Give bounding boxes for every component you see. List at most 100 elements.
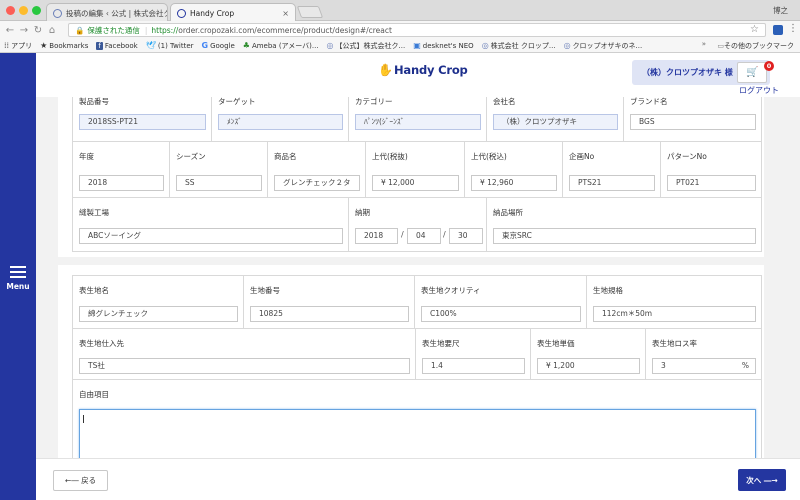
company-cell: 会社名 （株）クロツプオザキ [486,97,624,142]
fabric-length-input[interactable]: 1.4 [422,358,525,374]
product-name-input[interactable]: グレンチェック２タ [274,175,360,191]
percent-unit: % [741,361,749,370]
menu-label[interactable]: Menu [0,282,36,291]
tab-title: 投稿の編集 ‹ 公式 | 株式会社クロ [66,8,168,18]
bookmark-ameba[interactable]: ♣ Ameba (アメーバ)... [243,41,319,51]
close-tab-icon[interactable]: × [276,9,289,18]
field-label: ターゲット [218,97,256,106]
text-cursor [83,415,84,423]
bookmarks-overflow-icon[interactable]: » [702,40,706,48]
field-label: 製品番号 [79,97,109,106]
back-arrow-icon[interactable]: ← [3,25,17,36]
bookmark-star-icon[interactable]: ☆ [750,24,759,35]
browser-user[interactable]: 博之 [773,5,788,16]
cart-button[interactable]: 🛒 [737,62,767,83]
field-label: 商品名 [274,152,297,161]
bookmark-facebook[interactable]: f Facebook [96,41,138,50]
fabric-quality-input[interactable]: C100% [421,306,581,322]
bookmark-apps[interactable]: ⁞⁞ アプリ [4,41,32,51]
field-label: 納期 [355,208,370,217]
fabric-supplier-input[interactable]: TS社 [79,358,410,374]
fabric-number-input[interactable]: 10825 [250,306,409,322]
delivery-day-input[interactable]: 30 [449,228,483,244]
company-input[interactable]: （株）クロツプオザキ [493,114,618,130]
fabric-spec-cell: 生地規格 112cm＊50m [586,275,762,329]
plan-no-input[interactable]: PTS21 [569,175,655,191]
product-row1-table: 製品番号 2018SS-PT21 ターゲット ﾒﾝｽﾞ カテゴリー ﾊﾟﾝﾂ(ｼ… [72,97,762,142]
product-row2-table: 年度 2018 シーズン SS 商品名 グレンチェック２タ 上代(税抜) ¥ 1… [72,141,762,198]
factory-cell: 縫製工場 ABCソーイング [72,197,349,252]
field-label: カテゴリー [355,97,393,106]
fabric-unit-price-input[interactable]: ¥ 1,200 [537,358,640,374]
minimize-window-button[interactable] [19,6,28,15]
target-input[interactable]: ﾒﾝｽﾞ [218,114,343,130]
next-button[interactable]: 次へ ―→ [738,469,786,491]
date-separator: / [443,230,446,239]
delivery-month-input[interactable]: 04 [407,228,441,244]
field-label: シーズン [176,152,206,161]
price-incl-tax-input[interactable]: ¥ 12,960 [471,175,557,191]
back-button[interactable]: ←― 戻る [53,470,108,491]
page-footer: ←― 戻る 次へ ―→ [36,458,800,500]
brand-input[interactable]: BGS [630,114,756,130]
browser-nav-bar: ← → ↻ ⌂ 🔒 保護された通信 | https:// order.cropo… [0,21,800,39]
tab-handy-crop[interactable]: Handy Crop × [170,3,296,22]
site-icon: ◎ [563,41,571,50]
field-label: 表生地ロス率 [652,339,697,348]
price-excl-tax-input[interactable]: ¥ 12,000 [372,175,459,191]
season-input[interactable]: SS [176,175,262,191]
tab-post-edit[interactable]: 投稿の編集 ‹ 公式 | 株式会社クロ × [46,3,168,22]
delivery-date-cell: 納期 2018 / 04 / 30 [348,197,487,252]
logout-link[interactable]: ログアウト [739,85,779,96]
browser-tab-bar: 投稿の編集 ‹ 公式 | 株式会社クロ × Handy Crop × 博之 [0,0,800,22]
maximize-window-button[interactable] [32,6,41,15]
cart-icon: 🛒 [746,67,759,78]
home-icon[interactable]: ⌂ [45,25,59,36]
year-input[interactable]: 2018 [79,175,164,191]
bookmark-official-site[interactable]: ◎ 【公式】株式会社ク... [327,41,406,51]
extension-icon[interactable] [773,25,783,35]
free-field-textarea[interactable] [79,409,756,458]
url-scheme: https:// [151,25,179,35]
category-input[interactable]: ﾊﾟﾝﾂ(ｼﾞｰﾝｽﾞ [355,114,481,130]
fabric-spec-input[interactable]: 112cm＊50m [593,306,756,322]
new-tab-button[interactable] [296,6,324,18]
app-logo[interactable]: ✋ Handy Crop [378,63,468,77]
menu-hamburger-icon[interactable] [10,266,26,281]
address-bar[interactable]: 🔒 保護された通信 | https:// order.cropozaki.com… [68,23,766,37]
product-name-cell: 商品名 グレンチェック２タ [267,141,366,198]
bookmark-desknets[interactable]: ▣ desknet's NEO [413,41,473,50]
bookmark-twitter[interactable]: 🕊 (1) Twitter [146,41,194,50]
fabric-panel: 表生地名 綿グレンチェック 生地番号 10825 表生地クオリティ C100% … [58,265,764,458]
field-label: 表生地要尺 [422,339,460,348]
field-label: 上代(税込) [471,152,507,161]
delivery-year-input[interactable]: 2018 [355,228,398,244]
fabric-name-input[interactable]: 綿グレンチェック [79,306,238,322]
product-number-input[interactable]: 2018SS-PT21 [79,114,206,130]
tab-title: Handy Crop [190,8,235,18]
fabric-row2-table: 表生地仕入先 TS社 表生地要尺 1.4 表生地単価 ¥ 1,200 表生地ロス… [72,328,762,380]
free-field-table: 自由項目 [72,379,762,458]
browser-menu-icon[interactable]: ⋮ [788,23,798,34]
bookmark-other[interactable]: ▭ その他のブックマーク [717,41,794,51]
field-label: 表生地クオリティ [421,286,481,295]
fabric-loss-rate-input[interactable]: 3 % [652,358,756,374]
bookmark-crop-company[interactable]: ◎ 株式会社 クロップ... [482,41,556,51]
forward-arrow-icon[interactable]: → [17,25,31,36]
site-icon: ◎ [481,41,489,50]
close-window-button[interactable] [6,6,15,15]
factory-input[interactable]: ABCソーイング [79,228,343,244]
bookmark-google[interactable]: G Google [202,41,235,50]
pattern-no-input[interactable]: PT021 [667,175,756,191]
product-number-cell: 製品番号 2018SS-PT21 [72,97,212,142]
handy-crop-favicon-icon [177,8,186,18]
bookmark-bookmarks[interactable]: ★ Bookmarks [40,41,88,50]
fabric-length-cell: 表生地要尺 1.4 [415,328,531,380]
app-header: ✋ Handy Crop （株）クロツプオザキ 様 🛒 [36,53,800,97]
reload-icon[interactable]: ↻ [31,25,45,36]
year-cell: 年度 2018 [72,141,170,198]
bookmark-crop-net[interactable]: ◎ クロップオザキのネ... [564,41,643,51]
field-label: 表生地名 [79,286,109,295]
delivery-place-input[interactable]: 東京SRC [493,228,756,244]
field-label: 企画No [569,152,595,161]
